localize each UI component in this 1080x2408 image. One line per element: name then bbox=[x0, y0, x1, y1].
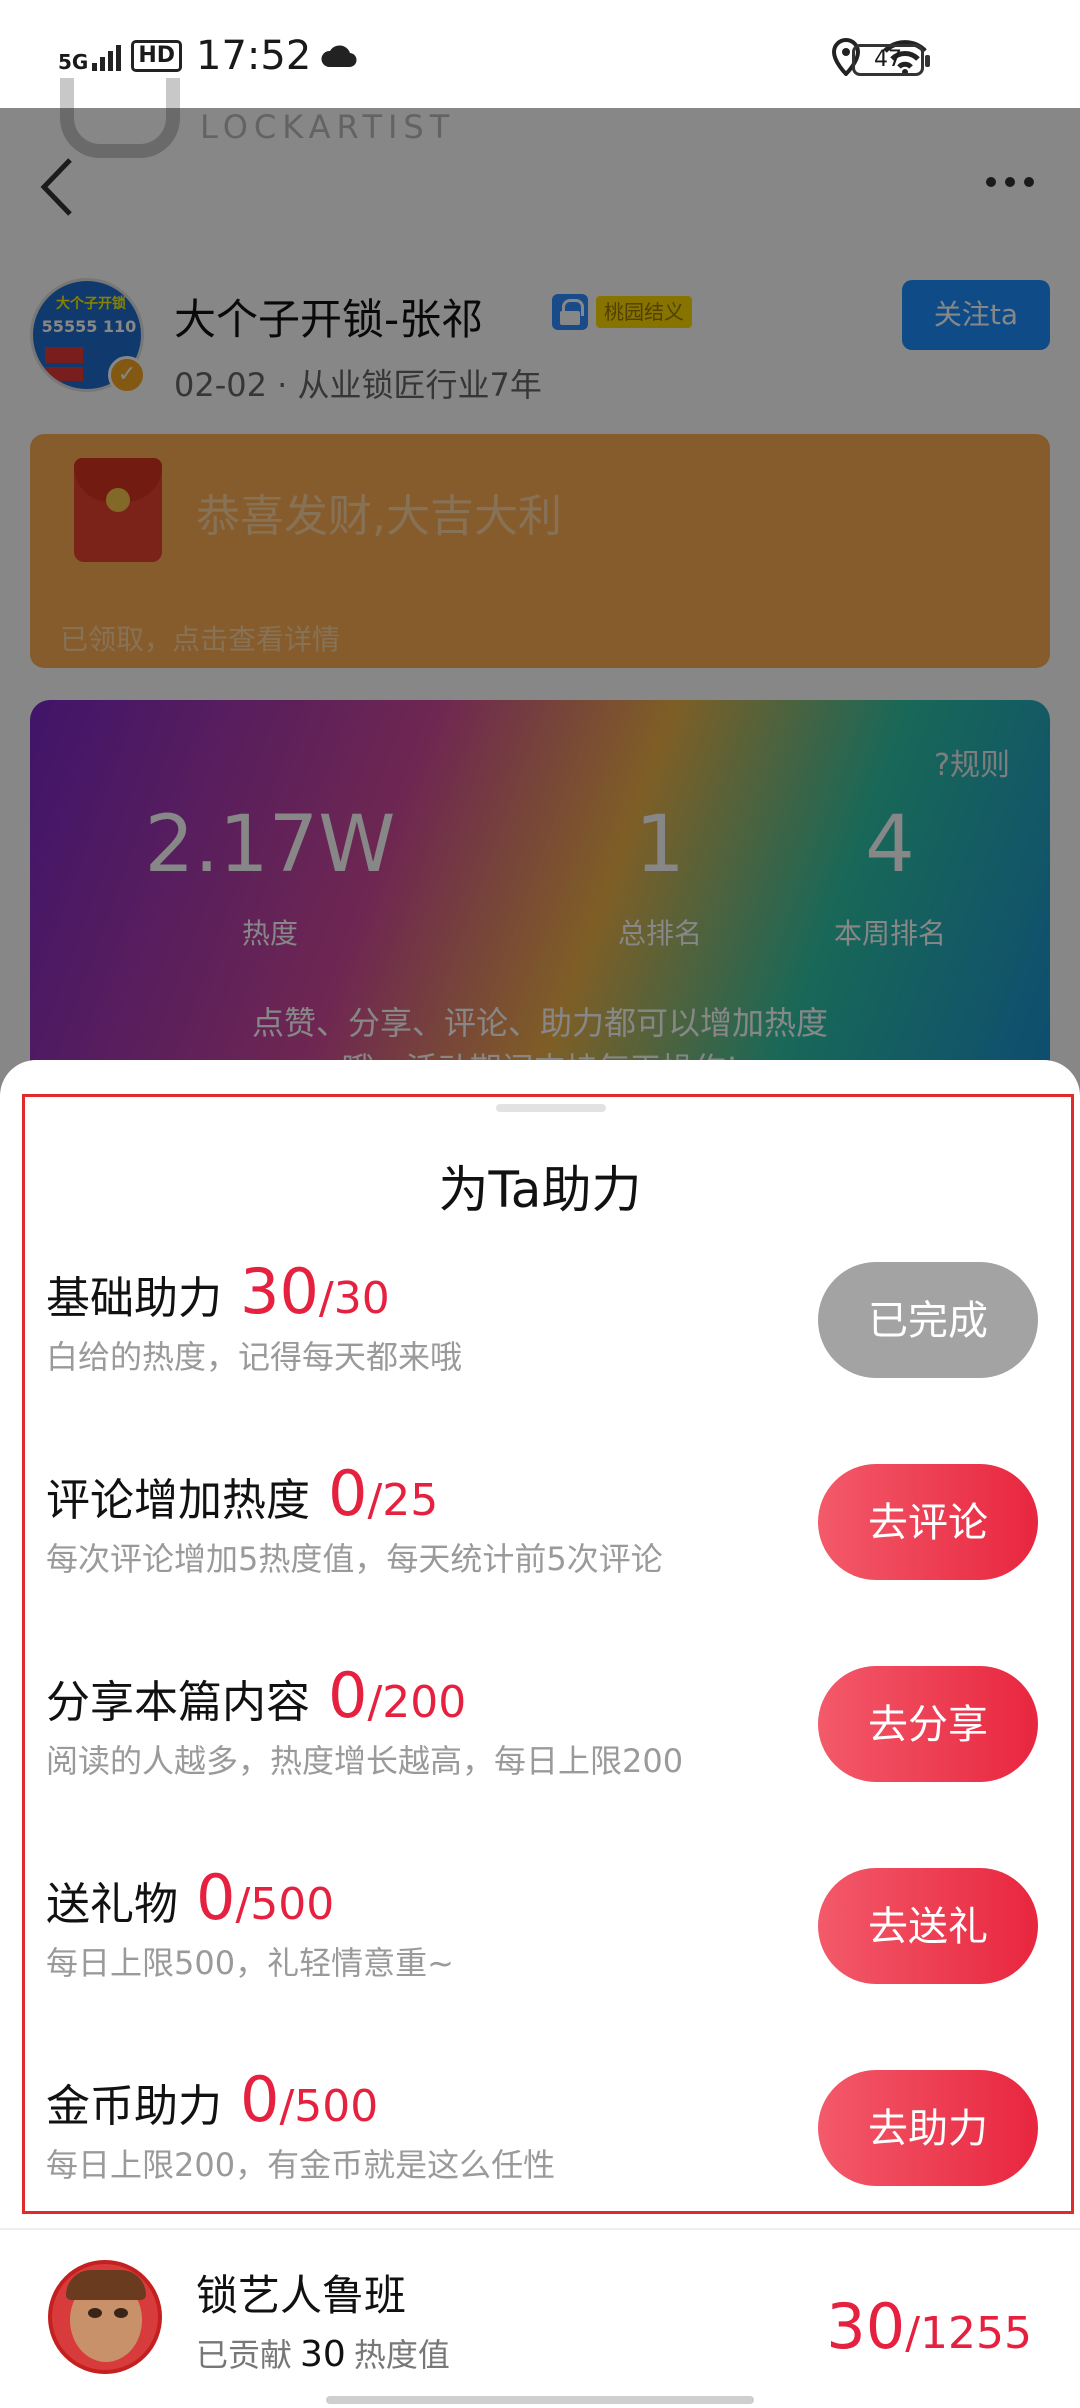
score-total: /1255 bbox=[905, 2308, 1032, 2359]
user-name: 锁艺人鲁班 bbox=[196, 2271, 407, 2320]
completed-button[interactable]: 已完成 bbox=[818, 1262, 1038, 1378]
task-desc: 白给的热度，记得每天都来哦 bbox=[46, 1338, 463, 1376]
task-title: 分享本篇内容 0/200 bbox=[46, 1664, 466, 1735]
progress-current: 0 bbox=[328, 1457, 368, 1530]
status-left: 5G HD 17:52 bbox=[58, 34, 357, 78]
task-progress: 0/500 bbox=[196, 1866, 335, 1931]
battery-icon: 47 bbox=[852, 44, 930, 76]
send-gift-button[interactable]: 去送礼 bbox=[818, 1868, 1038, 1984]
task-name: 送礼物 bbox=[46, 1879, 178, 1930]
task-share: 分享本篇内容 0/200 阅读的人越多，热度增长越高，每日上限200 去分享 bbox=[46, 1650, 1046, 1790]
task-progress: 0/200 bbox=[328, 1664, 467, 1729]
avatar-hat bbox=[66, 2270, 146, 2300]
task-name: 金币助力 bbox=[46, 2081, 222, 2132]
task-name: 分享本篇内容 bbox=[46, 1677, 310, 1728]
status-time: 17:52 bbox=[196, 33, 312, 79]
sheet-title: 为Ta助力 bbox=[438, 1161, 642, 1219]
task-name: 评论增加热度 bbox=[46, 1475, 310, 1526]
progress-current: 0 bbox=[196, 1861, 236, 1934]
task-desc: 每日上限200，有金币就是这么任性 bbox=[46, 2146, 556, 2184]
hd-icon: HD bbox=[131, 40, 183, 72]
share-button[interactable]: 去分享 bbox=[818, 1666, 1038, 1782]
signal-icon bbox=[92, 41, 122, 71]
network-type: 5G bbox=[58, 50, 89, 74]
contribution-suffix: 热度值 bbox=[353, 2336, 450, 2374]
progress-total: /25 bbox=[367, 1475, 439, 1526]
task-comment: 评论增加热度 0/25 每次评论增加5热度值，每天统计前5次评论 去评论 bbox=[46, 1448, 1046, 1588]
home-indicator[interactable] bbox=[326, 2396, 754, 2404]
task-title: 送礼物 0/500 bbox=[46, 1866, 334, 1937]
task-title: 金币助力 0/500 bbox=[46, 2068, 378, 2139]
divider bbox=[0, 2228, 1080, 2230]
user-contribution: 已贡献 30 热度值 bbox=[196, 2330, 450, 2376]
task-gift: 送礼物 0/500 每日上限500，礼轻情意重~ 去送礼 bbox=[46, 1852, 1046, 1992]
avatar-eye bbox=[88, 2308, 102, 2318]
progress-total: /500 bbox=[235, 1879, 335, 1930]
task-coin-boost: 金币助力 0/500 每日上限200，有金币就是这么任性 去助力 bbox=[46, 2054, 1046, 2194]
user-avatar[interactable] bbox=[48, 2260, 162, 2374]
sheet-drag-handle[interactable] bbox=[496, 1104, 606, 1112]
task-desc: 每日上限500，礼轻情意重~ bbox=[46, 1944, 454, 1982]
cloud-icon bbox=[321, 45, 357, 68]
task-desc: 每次评论增加5热度值，每天统计前5次评论 bbox=[46, 1540, 663, 1578]
contribution-value: 30 bbox=[300, 2334, 346, 2375]
contribution-prefix: 已贡献 bbox=[196, 2336, 293, 2374]
progress-current: 30 bbox=[240, 1255, 319, 1328]
task-basic-boost: 基础助力 30/30 白给的热度，记得每天都来哦 已完成 bbox=[46, 1246, 1046, 1386]
task-progress: 0/25 bbox=[328, 1462, 439, 1527]
task-name: 基础助力 bbox=[46, 1273, 222, 1324]
progress-total: /500 bbox=[279, 2081, 379, 2132]
task-title: 评论增加热度 0/25 bbox=[46, 1462, 438, 1533]
boost-button[interactable]: 去助力 bbox=[818, 2070, 1038, 2186]
progress-current: 0 bbox=[328, 1659, 368, 1732]
total-score: 30/1255 bbox=[826, 2290, 1032, 2363]
task-progress: 0/500 bbox=[240, 2068, 379, 2133]
task-desc: 阅读的人越多，热度增长越高，每日上限200 bbox=[46, 1742, 684, 1780]
avatar-eye bbox=[114, 2308, 128, 2318]
comment-button[interactable]: 去评论 bbox=[818, 1464, 1038, 1580]
progress-total: /30 bbox=[318, 1273, 390, 1324]
network-indicator: 5G bbox=[58, 41, 122, 74]
modal-backdrop[interactable] bbox=[0, 108, 1080, 1108]
task-progress: 30/30 bbox=[240, 1260, 390, 1325]
progress-total: /200 bbox=[367, 1677, 467, 1728]
progress-current: 0 bbox=[240, 2063, 280, 2136]
score-current: 30 bbox=[826, 2290, 906, 2363]
task-title: 基础助力 30/30 bbox=[46, 1260, 390, 1331]
